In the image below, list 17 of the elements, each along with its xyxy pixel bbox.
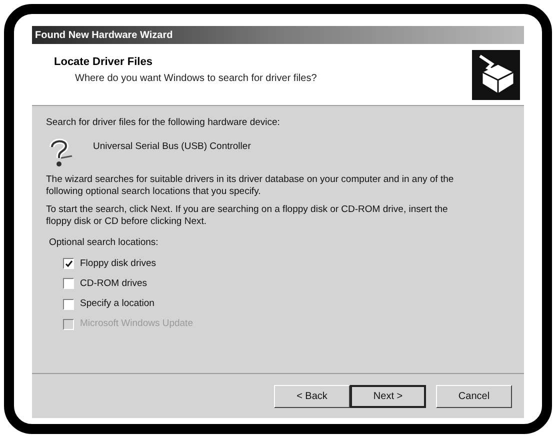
window-title: Found New Hardware Wizard [35, 28, 173, 42]
device-name: Universal Serial Bus (USB) Controller [93, 140, 251, 154]
description-text: To start the search, click Next. If you are searching on a floppy disk or CD-ROM drive, insert the floppy disk or CD before clicking Next. [46, 204, 449, 228]
description-text: The wizard searches for suitable drivers in its driver database on your computer and in any of the following optional search locations that you specify. [46, 174, 455, 198]
wizard-button[interactable]: Cancel [436, 384, 512, 408]
header-title: Locate Driver Files [54, 55, 154, 70]
option-checkbox[interactable]: Specify a location [63, 297, 510, 312]
wizard-button[interactable]: Next > [350, 384, 426, 408]
question-mark-icon [47, 138, 73, 168]
header-subtitle: Where do you want Windows to search for driver files? [74, 72, 317, 86]
options-label: Optional search locations: [49, 236, 160, 250]
option-checkbox[interactable]: CD-ROM drives [63, 276, 510, 291]
intro-text: Search for driver files for the following hardware device: [46, 116, 281, 130]
option-checkbox[interactable]: Floppy disk drives [63, 256, 510, 271]
hardware-drawer-icon [472, 50, 520, 100]
wizard-button[interactable]: < Back [274, 384, 350, 408]
checkmark-icon [64, 260, 72, 268]
